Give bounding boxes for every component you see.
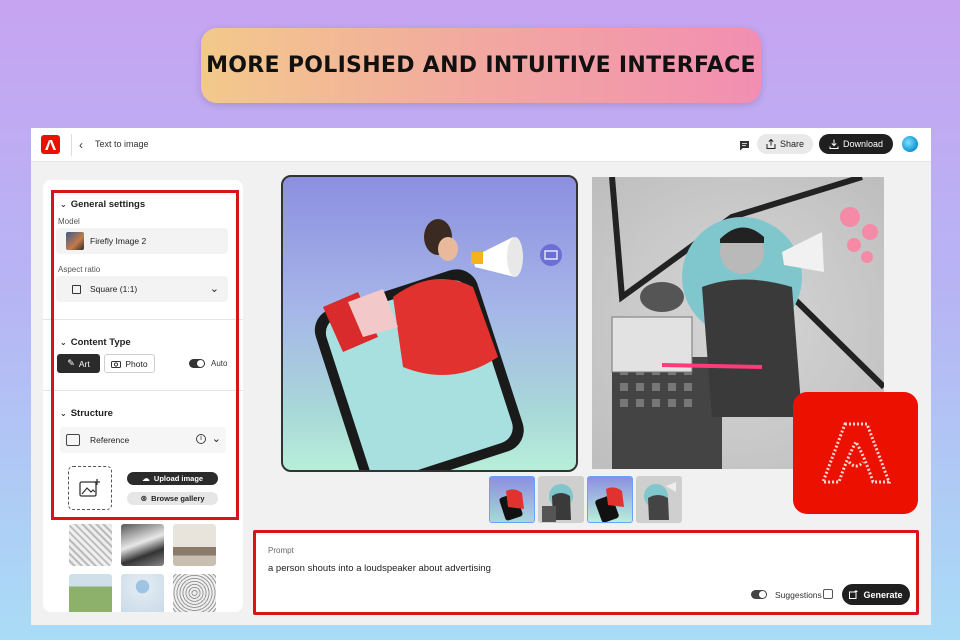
- gallery-thumb[interactable]: [69, 524, 112, 566]
- gallery-thumb[interactable]: [173, 574, 216, 612]
- share-label: Share: [779, 139, 805, 149]
- download-icon: [829, 139, 839, 149]
- back-chevron-icon[interactable]: ‹: [79, 138, 83, 152]
- promo-banner: MORE POLISHED AND INTUITIVE INTERFACE: [201, 28, 761, 103]
- suggestions-settings-icon[interactable]: [823, 589, 833, 599]
- generate-label: Generate: [863, 589, 903, 600]
- banner-text: MORE POLISHED AND INTUITIVE INTERFACE: [206, 53, 756, 78]
- variation-thumb-4[interactable]: [636, 476, 682, 523]
- firefly-app-window: ‹ Text to image Share Download ⌄ General …: [31, 128, 931, 625]
- share-icon: [766, 139, 776, 149]
- comment-icon[interactable]: [739, 138, 750, 156]
- variation-thumb-3[interactable]: [587, 476, 633, 523]
- generated-image-1[interactable]: [281, 175, 578, 472]
- user-avatar[interactable]: [902, 136, 918, 152]
- settings-highlight: [51, 190, 239, 520]
- gallery-thumb[interactable]: [173, 524, 216, 566]
- variation-thumb-2[interactable]: [538, 476, 584, 523]
- gallery-thumb[interactable]: [121, 574, 164, 612]
- generate-icon: [849, 590, 858, 599]
- suggestions-label: Suggestions: [775, 590, 822, 600]
- variation-thumb-1[interactable]: [489, 476, 535, 523]
- divider: [71, 134, 72, 156]
- megaphone-woman-illustration: [314, 219, 562, 470]
- download-label: Download: [842, 139, 884, 149]
- generate-button[interactable]: Generate: [842, 584, 910, 605]
- prompt-label: Prompt: [268, 546, 294, 555]
- suggestions-toggle[interactable]: [751, 590, 767, 599]
- breadcrumb[interactable]: Text to image: [95, 139, 149, 149]
- top-bar: ‹ Text to image Share Download: [31, 128, 931, 162]
- download-button[interactable]: Download: [819, 134, 893, 154]
- adobe-firefly-logo-icon: [793, 392, 918, 514]
- prompt-panel: Prompt a person shouts into a loudspeake…: [253, 530, 919, 615]
- share-button[interactable]: Share: [757, 134, 813, 154]
- prompt-input[interactable]: a person shouts into a loudspeaker about…: [268, 563, 828, 574]
- adobe-logo-icon[interactable]: [41, 135, 60, 154]
- gallery-thumb[interactable]: [121, 524, 164, 566]
- gallery-thumb[interactable]: [69, 574, 112, 612]
